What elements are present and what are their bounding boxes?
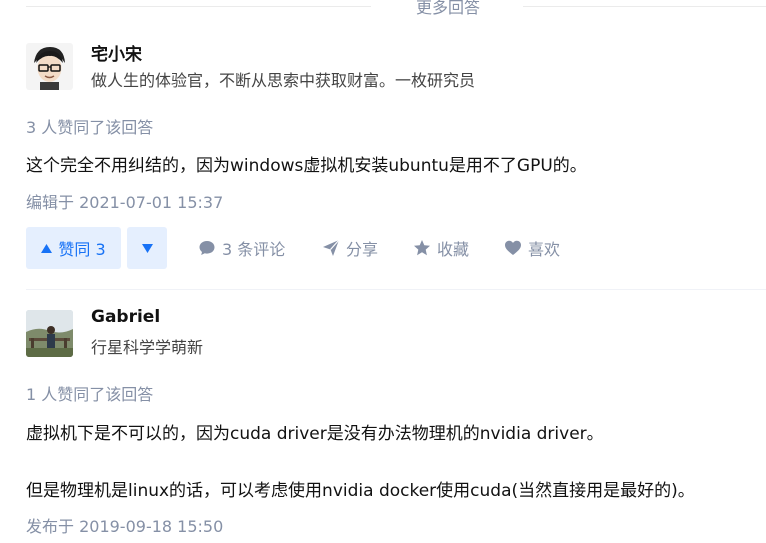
like-label: 喜欢 <box>528 240 561 259</box>
divider-line-left <box>26 6 371 7</box>
favorite-button[interactable]: 收藏 <box>413 227 469 269</box>
answer-separator <box>26 289 766 290</box>
upvote-label: 赞同 3 <box>58 240 106 259</box>
answer-content-line: 但是物理机是linux的话，可以考虑使用nvidia docker使用cuda(… <box>26 481 695 501</box>
like-button[interactable]: 喜欢 <box>504 227 560 269</box>
author-info: 宅小宋 做人生的体验官，不断从思索中获取财富。一枚研究员 <box>26 38 766 98</box>
divider-line-right <box>523 6 766 7</box>
author-name[interactable]: 宅小宋 <box>91 40 142 65</box>
comments-label: 3 条评论 <box>222 240 286 259</box>
share-button[interactable]: 分享 <box>322 227 378 269</box>
upvote-count-text: 3 人赞同了该回答 <box>26 118 154 137</box>
answer-content-line: 虚拟机下是不可以的，因为cuda driver是没有办法物理机的nvidia d… <box>26 424 604 444</box>
author-info: Gabriel 行星科学学萌新 <box>26 306 766 366</box>
answer-card: 宅小宋 做人生的体验官，不断从思索中获取财富。一枚研究员 3 人赞同了该回答 这… <box>26 38 766 269</box>
comments-button[interactable]: 3 条评论 <box>198 227 285 269</box>
author-name[interactable]: Gabriel <box>91 307 160 327</box>
avatar[interactable] <box>26 43 73 90</box>
heart-icon <box>505 240 521 255</box>
triangle-down-icon <box>141 243 153 253</box>
star-icon <box>414 240 430 256</box>
author-bio: 做人生的体验官，不断从思索中获取财富。一枚研究员 <box>91 71 476 90</box>
avatar[interactable] <box>26 310 73 357</box>
comment-icon <box>199 241 215 255</box>
share-label: 分享 <box>346 240 379 259</box>
downvote-button[interactable] <box>127 227 167 269</box>
more-answers-label[interactable]: 更多回答 <box>398 0 498 18</box>
paper-plane-icon <box>323 239 340 256</box>
edit-time[interactable]: 编辑于 2021-07-01 15:37 <box>26 189 223 213</box>
upvote-count-text: 1 人赞同了该回答 <box>26 385 154 404</box>
author-bio: 行星科学学萌新 <box>91 338 204 357</box>
favorite-label: 收藏 <box>437 240 470 259</box>
answer-content: 这个完全不用纠结的，因为windows虚拟机安装ubuntu是用不了GPU的。 <box>26 156 587 176</box>
more-answers-divider: 更多回答 <box>26 0 766 18</box>
action-bar: 赞同 3 3 条评论 分享 收藏 喜欢 <box>26 227 766 269</box>
publish-time[interactable]: 发布于 2019-09-18 15:50 <box>26 513 223 537</box>
upvote-button[interactable]: 赞同 3 <box>26 227 121 269</box>
triangle-up-icon <box>41 243 53 253</box>
answer-card: Gabriel 行星科学学萌新 1 人赞同了该回答 虚拟机下是不可以的，因为cu… <box>26 306 766 536</box>
